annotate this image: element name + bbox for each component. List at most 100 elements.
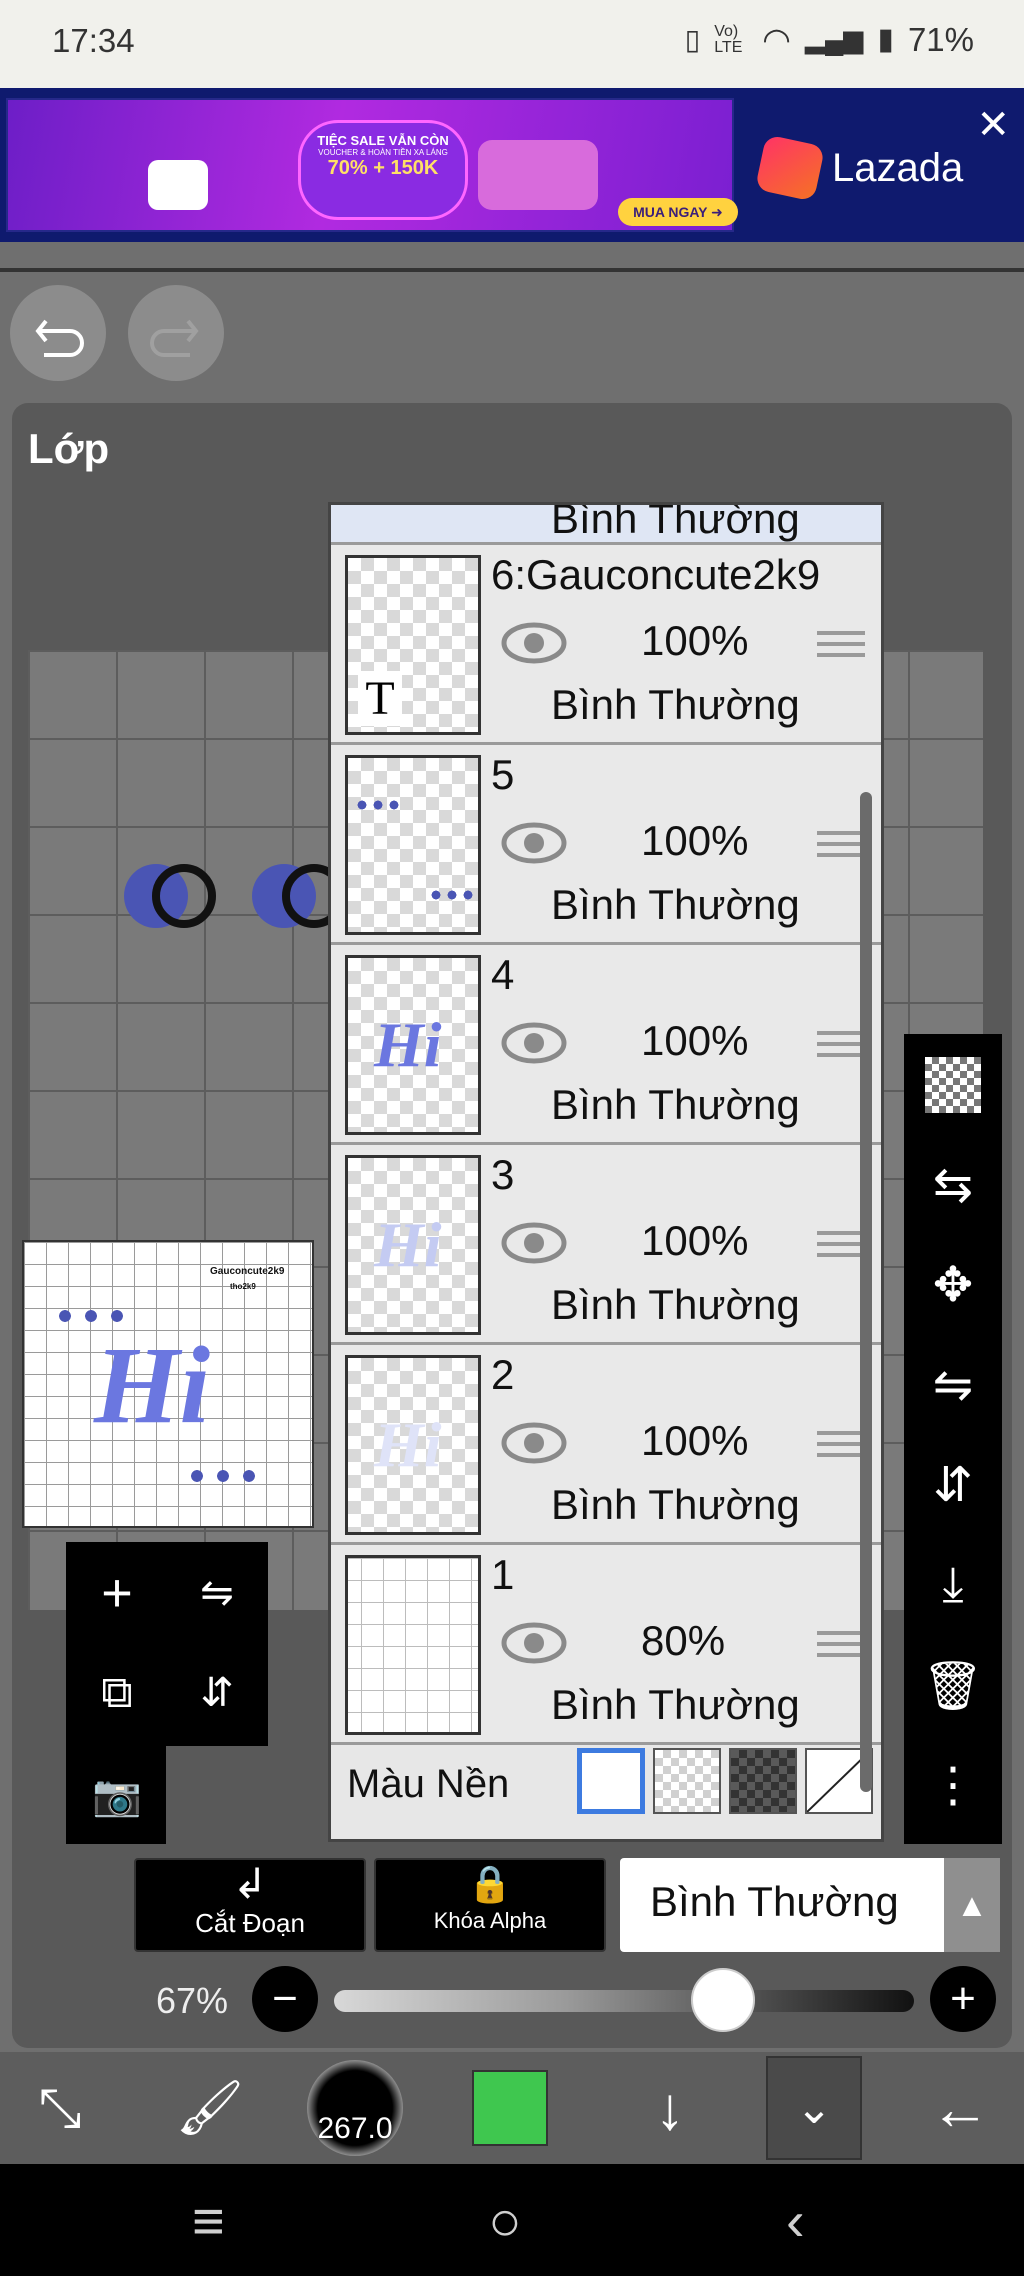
thumbnail-text: Hi <box>374 1409 442 1480</box>
opacity-percent: 67% <box>156 1980 229 2021</box>
layer-opacity: 80% <box>641 1617 726 1664</box>
trash-icon[interactable]: 🗑 <box>922 1654 984 1716</box>
drag-handle-icon[interactable] <box>817 1431 865 1461</box>
preview-text: Hi <box>94 1324 211 1446</box>
background-label: Màu Nền <box>347 1762 510 1806</box>
preview-caption-2: tho2k9 <box>230 1282 256 1291</box>
ad-cta-button[interactable]: MUA NGAY ➜ <box>618 198 738 226</box>
layer-opacity: 100% <box>641 1417 749 1464</box>
layer-name: 5 <box>491 751 515 798</box>
flip-vertical-icon[interactable]: ⇵ <box>922 1454 984 1516</box>
layer-thumbnail: Hi <box>345 1155 481 1335</box>
layer-list[interactable]: Bình Thường T 6:Gauconcute2k9 100% Bình … <box>328 502 884 1842</box>
layer-opacity: 100% <box>641 817 749 864</box>
ad-headline: TIỆC SALE VẪN CÒN <box>317 133 449 148</box>
visibility-eye-icon[interactable] <box>501 1021 567 1065</box>
alpha-lock-button[interactable]: 🔒 Khóa Alpha <box>374 1858 606 1952</box>
layer-opacity: 100% <box>641 1217 749 1264</box>
thumbnail-text: Hi <box>374 1009 442 1080</box>
layer-opacity: 100% <box>641 1017 749 1064</box>
bg-swatch-transparent[interactable] <box>653 1748 721 1814</box>
more-options-icon[interactable]: ⋮ <box>922 1754 984 1816</box>
layer-row[interactable]: Hi 2 100% Bình Thường <box>331 1345 881 1545</box>
camera-button[interactable]: 📷 <box>66 1746 166 1844</box>
status-time: 17:34 <box>52 22 135 59</box>
dropdown-arrow-icon[interactable]: ▲ <box>944 1858 1000 1952</box>
ad-close-button[interactable]: ✕ <box>976 102 1010 148</box>
layer-row[interactable]: 1 80% Bình Thường <box>331 1545 881 1745</box>
undo-button[interactable] <box>10 285 106 381</box>
alpha-lock-label: Khóa Alpha <box>433 1908 547 1933</box>
redo-icon <box>150 319 199 357</box>
ad-voucher-2: 150K <box>390 157 439 179</box>
visibility-eye-icon[interactable] <box>501 1221 567 1265</box>
drag-handle-icon[interactable] <box>817 1631 865 1661</box>
color-swatch-button[interactable] <box>470 2052 550 2164</box>
back-arrow-icon[interactable]: ← <box>910 2052 1010 2164</box>
camera-icon: 📷 <box>92 1773 142 1818</box>
transparency-checker-icon[interactable] <box>922 1054 984 1116</box>
drag-handle-icon[interactable] <box>817 1231 865 1261</box>
undo-icon <box>35 319 84 357</box>
layer-row[interactable]: T 6:Gauconcute2k9 100% Bình Thường <box>331 545 881 745</box>
move-icon[interactable]: ✥ <box>922 1254 984 1316</box>
flip-horizontal-icon[interactable]: ⇋ <box>922 1354 984 1416</box>
layer-row[interactable]: 5 100% Bình Thường <box>331 745 881 945</box>
ad-creative[interactable]: TIỆC SALE VẪN CÒN VOUCHER & HOÀN TIỀN XA… <box>6 98 738 232</box>
bg-swatch-dark-checker[interactable] <box>729 1748 797 1814</box>
back-icon[interactable]: ‹ <box>786 2188 805 2253</box>
lazada-heart-icon <box>754 134 826 202</box>
flip-layer-vertical-icon[interactable]: ⇵ <box>182 1658 252 1728</box>
bg-swatch-white[interactable] <box>577 1748 645 1814</box>
brush-tool-icon[interactable]: 🖌 <box>160 2052 260 2164</box>
home-icon[interactable]: ○ <box>488 2188 522 2253</box>
clipping-button[interactable]: ↲ Cắt Đoạn <box>134 1858 366 1952</box>
merge-down-icon[interactable]: ⤓ <box>922 1554 984 1616</box>
layer-list-scrollbar[interactable] <box>860 792 872 1792</box>
drag-handle-icon[interactable] <box>817 831 865 861</box>
layer-name: 2 <box>491 1351 515 1398</box>
layer-name: 3 <box>491 1151 515 1198</box>
layers-toggle-icon[interactable]: ⌄ <box>766 2056 862 2160</box>
visibility-eye-icon[interactable] <box>501 1621 567 1665</box>
layer-blend-mode: Bình Thường <box>551 1281 800 1328</box>
layer-row[interactable]: Hi 4 100% Bình Thường <box>331 945 881 1145</box>
visibility-eye-icon[interactable] <box>501 621 567 665</box>
text-layer-icon: T <box>358 671 402 726</box>
layer-thumbnail: Hi <box>345 1355 481 1535</box>
system-nav-bar: ≡ ○ ‹ <box>0 2164 1024 2276</box>
layer-name: 4 <box>491 951 515 998</box>
opacity-slider-track[interactable] <box>334 1990 914 2012</box>
layer-row[interactable]: Hi 3 100% Bình Thường <box>331 1145 881 1345</box>
recents-icon[interactable]: ≡ <box>192 2188 225 2253</box>
battery-icon: ▮ <box>877 23 894 56</box>
brush-size-value: 267.0 <box>317 2112 393 2145</box>
lock-icon: 🔒 <box>467 1863 513 1904</box>
arrow-down-icon[interactable]: ↓ <box>620 2052 720 2164</box>
current-color <box>472 2070 548 2146</box>
drag-handle-icon[interactable] <box>817 1031 865 1061</box>
increase-button[interactable]: + <box>930 1966 996 2032</box>
vibrate-icon: ▯ <box>684 24 701 55</box>
layer-tools: ⇆ ✥ ⇋ ⇵ ⤓ 🗑 ⋮ <box>904 1034 1002 1844</box>
blend-mode-select[interactable]: Bình Thường ▲ <box>620 1858 1000 1952</box>
visibility-eye-icon[interactable] <box>501 1421 567 1465</box>
ad-product-image-2 <box>478 140 598 210</box>
transform-tool-icon[interactable]: ⤡ <box>10 2052 110 2164</box>
layer-name: 1 <box>491 1551 515 1598</box>
swap-layers-icon[interactable]: ⇆ <box>922 1154 984 1216</box>
drag-handle-icon[interactable] <box>817 631 865 661</box>
redo-button[interactable] <box>128 285 224 381</box>
status-bar: 17:34 ▯ Vo) LTE ◠ ▂▄▆ ▮ 71% <box>0 0 1024 88</box>
blend-mode-value: Bình Thường <box>650 1878 899 1925</box>
decrease-button[interactable]: − <box>252 1966 318 2032</box>
ad-subline: VOUCHER & HOÀN TIỀN XA LÁNG <box>318 148 448 157</box>
brush-size-button[interactable]: 267.0 <box>300 2052 410 2164</box>
flip-layer-horizontal-icon[interactable]: ⇋ <box>182 1558 252 1628</box>
layer-row-partial[interactable]: Bình Thường <box>331 505 881 545</box>
ad-banner[interactable]: TIỆC SALE VẪN CÒN VOUCHER & HOÀN TIỀN XA… <box>0 88 1024 242</box>
visibility-eye-icon[interactable] <box>501 821 567 865</box>
add-layer-icon[interactable]: + <box>82 1558 152 1628</box>
opacity-slider-knob[interactable] <box>690 1968 755 2032</box>
add-layer-copy-icon[interactable]: ⧉ <box>82 1658 152 1728</box>
